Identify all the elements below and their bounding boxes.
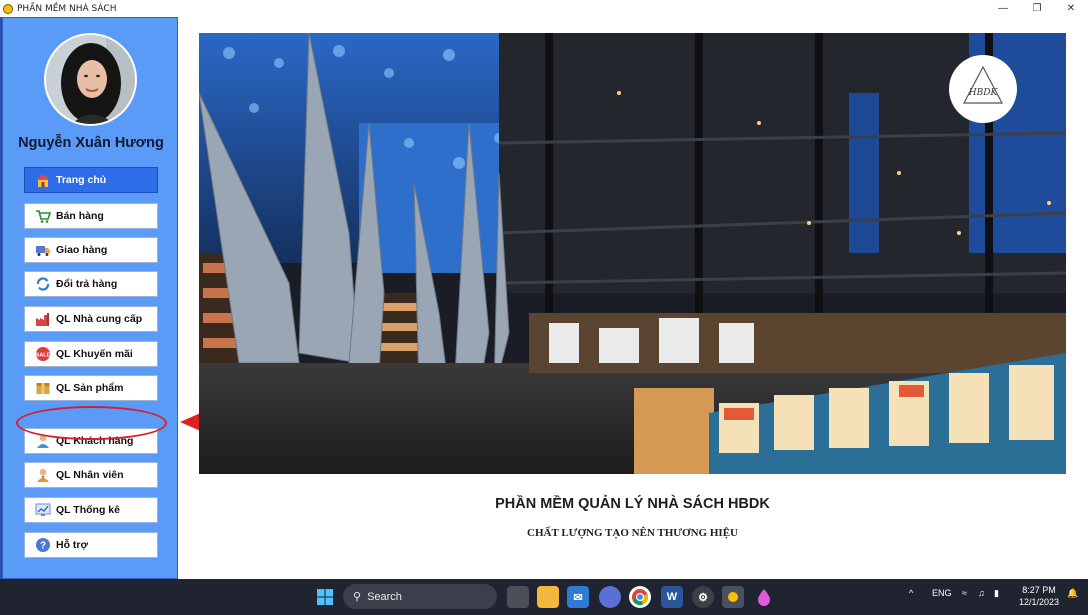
clock-time: 8:27 PM [1022,585,1056,595]
settings-icon[interactable]: ⚙ [692,586,714,608]
window-title: PHẦN MỀM NHÀ SÁCH [17,3,117,14]
menu-item-label: Hỗ trợ [56,539,88,551]
language-indicator[interactable]: ENG [932,588,952,598]
svg-text:?: ? [40,541,46,552]
avatar [44,33,137,126]
chart-icon [35,502,51,518]
menu-item-label: QL Thống kê [56,504,120,516]
menu-item-label: Giao hàng [56,244,108,256]
tray-overflow-icon[interactable]: ^ [909,588,913,598]
menu-item-ql-nha-cung-cap[interactable]: QL Nhà cung cấp [24,306,158,332]
refresh-icon [35,276,51,292]
menu-item-label: Đổi trả hàng [56,278,118,290]
page-title: PHẦN MỀM QUẢN LÝ NHÀ SÁCH HBDK [495,496,770,512]
taskbar-search[interactable]: ⚲ Search [343,584,497,609]
taskbar-clock[interactable]: 8:27 PM 12/1/2023 [1016,584,1062,608]
sale-icon: SALE [35,346,51,362]
app-logo-icon [3,3,13,14]
truck-icon [35,242,51,258]
app-running-icon[interactable] [722,586,744,608]
wifi-icon[interactable]: ≈ [962,588,967,598]
menu-item-label: QL Nhà cung cấp [56,313,143,325]
user-name: Nguyễn Xuân Hương [18,135,164,151]
hero-logo-text: HBDK [968,88,999,98]
task-view-icon[interactable] [507,586,529,608]
messenger-icon[interactable] [599,586,621,608]
notification-icon[interactable]: 🔔 [1067,588,1078,599]
search-icon: ⚲ [353,591,362,603]
app-window: PHẦN MỀM NHÀ SÁCH — ❐ ✕ Nguyễn Xuân Hươn… [0,0,1088,615]
menu-item-ql-nhan-vien[interactable]: QL Nhân viên [24,462,158,488]
chrome-icon[interactable] [629,586,651,608]
menu-item-doi-tra-hang[interactable]: Đổi trả hàng [24,271,158,297]
cart-icon [35,208,51,224]
menu-item-label: Trang chủ [56,174,107,186]
menu-item-label: QL Nhân viên [56,469,124,481]
menu-item-ql-thong-ke[interactable]: QL Thống kê [24,497,158,523]
mail-icon[interactable]: ✉ [567,586,589,608]
menu-item-ql-khuyen-mai[interactable]: SALE QL Khuyến mãi [24,341,158,367]
clock-date: 12/1/2023 [1018,597,1060,607]
window-controls: — ❐ ✕ [986,0,1088,17]
home-icon [35,172,51,188]
title-bar: PHẦN MỀM NHÀ SÁCH — ❐ ✕ [0,0,1088,17]
factory-icon [35,311,51,327]
paint-icon[interactable] [753,586,775,608]
menu-item-giao-hang[interactable]: Giao hàng [24,237,158,263]
menu-item-label: QL Khuyến mãi [56,348,133,360]
file-explorer-icon[interactable] [537,586,559,608]
word-icon[interactable]: W [661,586,683,608]
battery-icon[interactable]: ▮ [994,588,999,599]
start-icon[interactable] [314,586,336,608]
restore-icon[interactable]: ❐ [1020,0,1054,17]
menu-item-ql-san-pham[interactable]: QL Sản phẩm [24,375,158,401]
close-icon[interactable]: ✕ [1054,0,1088,17]
box-icon [35,380,51,396]
hero-bookstore-image: HBDK [199,33,1066,474]
menu-item-ho-tro[interactable]: ? Hỗ trợ [24,532,158,558]
volume-icon[interactable]: ♫ [978,588,985,598]
sidebar: Nguyễn Xuân Hương Trang chủ Bán hàng Gia… [2,17,178,579]
employee-icon [35,467,51,483]
menu-item-label: QL Sản phẩm [56,382,124,394]
help-icon: ? [35,537,51,553]
svg-text:SALE: SALE [36,353,51,359]
highlight-ellipse [16,406,167,440]
menu-item-ban-hang[interactable]: Bán hàng [24,203,158,229]
page-subtitle: CHẤT LƯỢNG TẠO NÊN THƯƠNG HIỆU [527,527,738,539]
search-label: Search [367,590,402,603]
menu-item-trang-chu[interactable]: Trang chủ [24,167,158,193]
minimize-icon[interactable]: — [986,0,1020,17]
menu-item-label: Bán hàng [56,210,104,222]
